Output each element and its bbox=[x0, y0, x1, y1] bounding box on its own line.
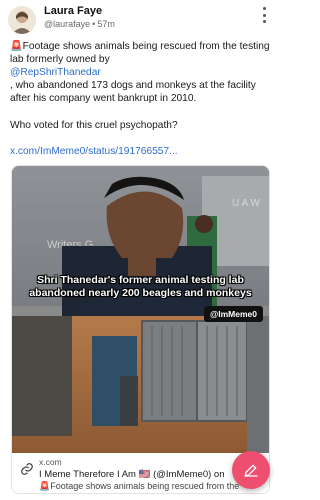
link-icon bbox=[21, 463, 33, 475]
link-preview-card[interactable]: U A W Writers G Shri Thanedar's former a… bbox=[11, 165, 270, 494]
card-title[interactable]: I Meme Therefore I Am 🇺🇸 (@ImMeme0) on bbox=[39, 469, 225, 480]
avatar[interactable] bbox=[8, 6, 36, 34]
post-body: 🚨Footage shows animals being rescued fro… bbox=[10, 40, 272, 105]
author-name[interactable]: Laura Faye bbox=[44, 5, 102, 17]
author-meta: @laurafaye • 57m bbox=[44, 19, 115, 29]
more-options-button[interactable] bbox=[259, 7, 269, 23]
preview-image[interactable]: U A W Writers G Shri Thanedar's former a… bbox=[12, 166, 269, 453]
svg-text:U A W: U A W bbox=[232, 198, 260, 209]
card-footer[interactable]: x.com I Meme Therefore I Am 🇺🇸 (@ImMeme0… bbox=[12, 453, 269, 493]
post-text-line2: , who abandoned 173 dogs and monkeys at … bbox=[10, 80, 256, 104]
image-handle-badge: @ImMeme0 bbox=[203, 306, 263, 322]
author-handle[interactable]: @laurafaye bbox=[44, 19, 90, 29]
image-caption-line2: abandoned nearly 200 beagles and monkeys bbox=[29, 287, 252, 299]
post: Laura Faye @laurafaye • 57m 🚨Footage shows… bbox=[0, 0, 279, 500]
card-domain: x.com bbox=[39, 457, 62, 467]
mention-link[interactable]: @RepShriThanedar bbox=[10, 67, 101, 78]
post-text-line1: 🚨Footage shows animals being rescued fro… bbox=[10, 41, 270, 65]
post-time: 57m bbox=[97, 19, 115, 29]
edit-icon bbox=[244, 464, 258, 477]
image-caption-line1: Shri Thanedar's former animal testing la… bbox=[37, 274, 244, 286]
card-description: 🚨Footage shows animals being rescued fro… bbox=[39, 481, 240, 491]
more-vertical-icon-dot bbox=[262, 13, 266, 17]
source-link[interactable]: x.com/ImMeme0/status/191766557... bbox=[10, 146, 178, 157]
compose-button[interactable] bbox=[232, 451, 270, 489]
post-question: Who voted for this cruel psychopath? bbox=[10, 120, 178, 131]
more-vertical-icon bbox=[262, 7, 266, 10]
more-vertical-icon-dot bbox=[262, 20, 266, 23]
separator-dot: • bbox=[92, 19, 96, 29]
